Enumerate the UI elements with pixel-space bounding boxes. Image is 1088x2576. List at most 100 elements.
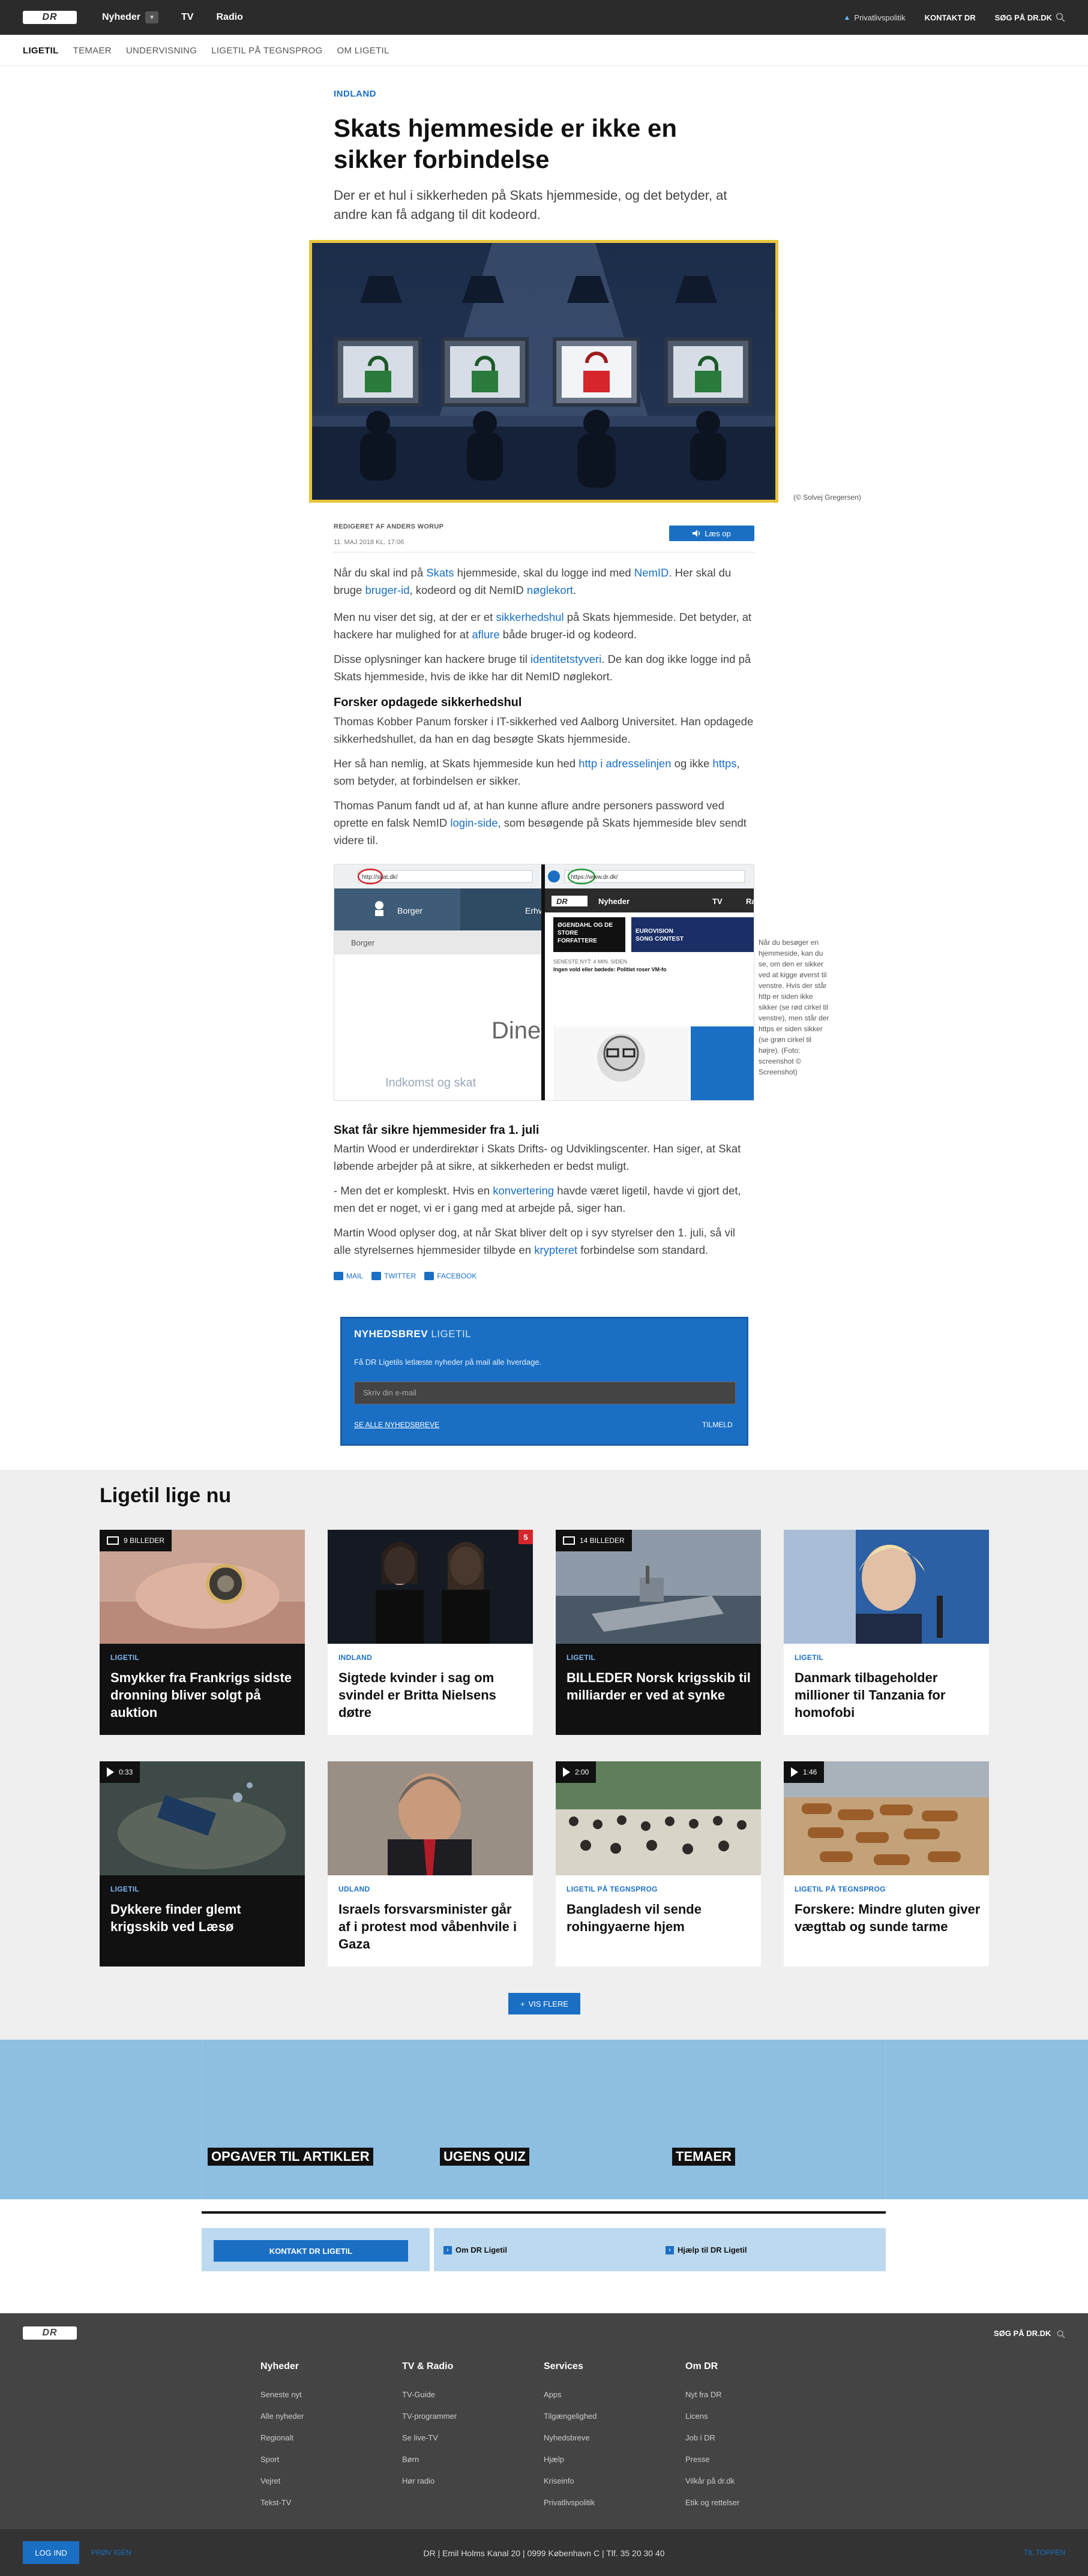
footer-link[interactable]: Apps [544,2384,597,2406]
video-badge: 0:33 [100,1761,140,1783]
footer-link[interactable]: TV-programmer [402,2406,457,2427]
footer-link[interactable]: Licens [685,2406,739,2427]
svg-text:Borger: Borger [397,906,422,915]
read-aloud-button[interactable]: Læs op [669,526,754,541]
promo-quiz[interactable]: UGENS QUIZ [440,2148,529,2166]
paragraph-2: Men nu viser det sig, at der er et sikke… [334,611,752,641]
footer-link[interactable]: Nyhedsbreve [544,2427,597,2449]
screenshot-caption: Når du besøger en hjemmeside, kan du se,… [759,938,829,1076]
svg-text:SENESTE NYT: 4 MIN. SIDEN: SENESTE NYT: 4 MIN. SIDEN [553,959,627,965]
footer-link[interactable]: Hør radio [402,2470,457,2492]
site-search[interactable]: SØG PÅ DR.DK [995,13,1065,22]
news-card[interactable]: 2:00 LIGETIL PÅ TEGNSPROG Bangladesh vil… [556,1761,761,1966]
footer-link[interactable]: Kriseinfo [544,2470,597,2492]
footer-link[interactable]: Job i DR [685,2427,739,2449]
link-krypteret[interactable]: krypteret [534,1244,577,1256]
link-aflure[interactable]: aflure [472,628,499,641]
share-mail[interactable]: MAIL [334,1272,363,1280]
nav-nyheder[interactable]: Nyheder ▼ [102,11,159,23]
paragraph-5: Her så han nemlig, at Skats hjemmeside k… [334,757,740,787]
news-card[interactable]: 9 BILLEDER LIGETIL Smykker fra Frankrigs… [100,1530,305,1735]
article-category[interactable]: INDLAND [334,89,376,99]
news-card[interactable]: LIGETIL Danmark tilbageholder millioner … [784,1530,989,1735]
svg-text:https://www.dr.dk/: https://www.dr.dk/ [571,874,618,881]
paragraph-7: Martin Wood er underdirektør i Skats Dri… [334,1142,741,1172]
footer-link[interactable]: Regionalt [260,2427,304,2449]
subnav-undervisning[interactable]: UNDERVISNING [126,46,197,56]
about-ligetil-link[interactable]: › Om DR Ligetil [443,2245,507,2254]
card-title: Bangladesh vil sende rohingyaerne hjem [567,1902,702,1934]
footer-link[interactable]: Nyt fra DR [685,2384,739,2406]
link-noeglekort[interactable]: nøglekort [527,584,573,596]
footer-link[interactable]: Vilkår på dr.dk [685,2470,739,2492]
footer-link[interactable]: Børn [402,2449,457,2470]
privacy-link[interactable]: ▲ Privatlivspolitik [844,13,906,22]
footer-link[interactable]: Sport [260,2449,304,2470]
promo-band [0,2040,1088,2199]
subnav-temaer[interactable]: TEMAER [73,46,112,56]
footer-link[interactable]: Hjælp [544,2449,597,2470]
footer-link[interactable]: Etik og rettelser [685,2492,739,2514]
subnav-om-ligetil[interactable]: OM LIGETIL [337,46,389,56]
newsletter-email-input[interactable]: Skriv din e-mail [354,1382,736,1404]
link-bruger-id[interactable]: bruger-id [365,584,409,596]
link-login-side[interactable]: login-side [450,816,497,829]
show-more-button[interactable]: + VIS FLERE [508,1993,580,2014]
link-sikkerhedshul[interactable]: sikkerhedshul [496,611,564,623]
footer-link[interactable]: Presse [685,2449,739,2470]
nav-tv[interactable]: TV [181,12,193,23]
promo-themes[interactable]: TEMAER [672,2148,735,2166]
contact-link[interactable]: KONTAKT DR [925,13,976,22]
subnav-ligetil[interactable]: LIGETIL [23,46,59,56]
footer-link[interactable]: Seneste nyt [260,2384,304,2406]
share-twitter[interactable]: TWITTER [371,1272,416,1280]
subheading-1: Forsker opdagede sikkerhedshul [334,696,522,709]
publish-date: 11. MAJ 2018 KL. 17:06 [334,539,404,546]
all-newsletters-link[interactable]: SE ALLE NYHEDSBREVE [354,1421,439,1429]
news-card[interactable]: 5 INDLAND Sigtede kvinder i sag om svind… [328,1530,533,1735]
news-card[interactable]: UDLAND Israels forsvarsminister går af i… [328,1761,533,1966]
footer-link[interactable]: Tekst-TV [260,2492,304,2514]
svg-text:http://skat.dk/: http://skat.dk/ [362,874,398,881]
plus-icon: + [520,1999,525,2008]
footer-link[interactable]: Alle nyheder [260,2406,304,2427]
chevron-down-icon[interactable]: ▼ [145,11,159,23]
news-card[interactable]: 0:33 LIGETIL Dykkere finder glemt krigss… [100,1761,305,1966]
link-konvertering[interactable]: konvertering [493,1184,554,1197]
footer-link[interactable]: Vejret [260,2470,304,2492]
news-card[interactable]: 1:46 LIGETIL PÅ TEGNSPROG Forskere: Mind… [784,1761,989,1966]
top-bar: DR Nyheder ▼ TV Radio ▲ Privatlivspolitik … [0,0,1088,35]
promo-tasks[interactable]: OPGAVER TIL ARTIKLER [208,2148,373,2166]
footer-link[interactable]: TV-Guide [402,2384,457,2406]
image-credit: (© Solvej Gregersen) [793,493,861,502]
contact-ligetil-button[interactable]: KONTAKT DR LIGETIL [214,2240,408,2262]
subscribe-button[interactable]: TILMELD [702,1421,733,1429]
news-card[interactable]: 14 BILLEDER LIGETIL BILLEDER Norsk krigs… [556,1530,761,1735]
footer-link[interactable]: Tilgængelighed [544,2406,597,2427]
svg-text:TV: TV [712,897,723,906]
card-tag: LIGETIL [567,1653,596,1662]
link-nemid[interactable]: NemID [634,566,669,579]
footer-search[interactable]: SØG PÅ DR.DK [994,2329,1065,2338]
video-badge: 1:46 [784,1761,825,1783]
nav-radio[interactable]: Radio [216,12,242,23]
link-http[interactable]: http i adresselinjen [579,757,671,770]
footer-logo[interactable]: DR [23,2326,77,2340]
subnav-tegnsprog[interactable]: LIGETIL PÅ TEGNSPROG [211,46,322,56]
dr-logo[interactable]: DR [23,11,77,24]
back-to-top-link[interactable]: TIL TOPPEN [1024,2548,1065,2557]
arrow-right-icon: › [443,2245,452,2254]
link-skats[interactable]: Skats [426,566,454,579]
card-image-women: 5 [328,1530,533,1644]
paragraph-4: Thomas Kobber Panum forsker i IT-sikkerh… [334,715,754,745]
share-facebook[interactable]: FACEBOOK [424,1272,476,1280]
link-identitetstyveri[interactable]: identitetstyveri [530,653,601,665]
footer-link[interactable]: Privatlivspolitik [544,2492,597,2514]
mail-icon [334,1272,343,1280]
newsletter-description: Få DR Ligetils letlæste nyheder på mail … [354,1358,542,1367]
link-https[interactable]: https [712,757,736,770]
footer-link[interactable]: Se live-TV [402,2427,457,2449]
help-ligetil-link[interactable]: › Hjælp til DR Ligetil [666,2245,747,2254]
arrow-right-icon: › [666,2245,674,2254]
card-image-ring: 9 BILLEDER [100,1530,305,1644]
